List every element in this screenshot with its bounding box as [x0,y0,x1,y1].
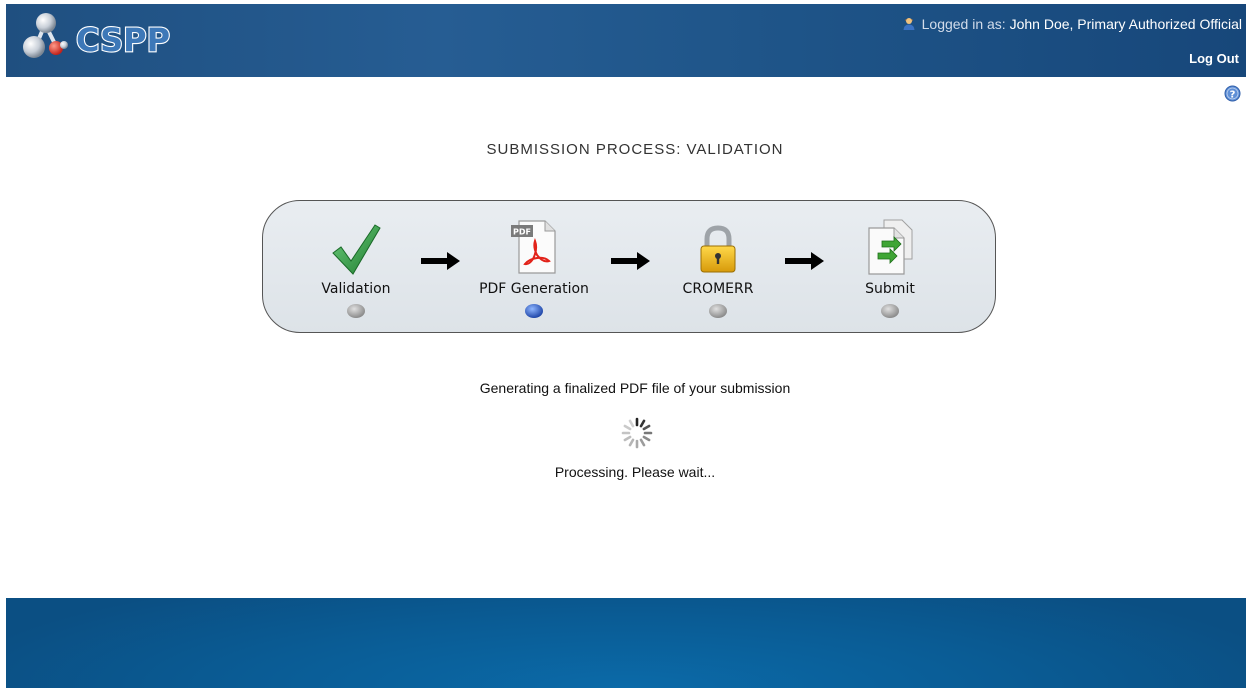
step-label-pdf-generation: PDF Generation [479,281,589,297]
processing-text: Processing. Please wait... [554,464,716,480]
page-title: SUBMISSION PROCESS: VALIDATION [486,141,784,158]
step-indicator-submit [881,304,899,318]
checkmark-icon [332,224,381,275]
step-pdf-generation: PDF PDF Generation [469,215,599,319]
login-status: Logged in as: John Doe, Primary Authoriz… [903,16,1242,33]
submit-document-icon [868,219,913,275]
submission-steps-panel: Validation PDF PDF Generation CROMERR Su… [262,200,996,333]
footer-bar [6,598,1246,688]
status-message: Generating a finalized PDF file of your … [479,380,791,396]
logged-in-label: Logged in as: [921,16,1006,32]
step-label-validation: Validation [321,281,391,297]
step-validation: Validation [291,215,421,319]
cspp-logo-text: CSPP [76,21,170,59]
step-label-submit: Submit [865,281,915,297]
help-icon[interactable]: ? [1224,85,1241,102]
svg-text:PDF: PDF [513,228,531,237]
step-indicator-cromerr [709,304,727,318]
pdf-document-icon: PDF [511,220,556,274]
step-indicator-pdf-generation [525,304,543,318]
step-indicator-validation [347,304,365,318]
loading-spinner-icon [621,417,653,449]
cspp-logo[interactable]: CSPP [20,10,195,62]
logout-link[interactable]: Log Out [1189,51,1239,66]
user-icon [903,17,915,33]
step-cromerr: CROMERR [653,215,783,319]
header-bar: CSPP Logged in as: John Doe, Primary Aut… [6,4,1246,77]
arrow-icon [785,252,824,270]
step-submit: Submit [825,215,955,319]
padlock-icon [700,225,736,273]
arrow-icon [611,252,650,270]
svg-text:?: ? [1230,89,1236,100]
arrow-icon [421,252,460,270]
user-name: John Doe, Primary Authorized Official [1009,16,1242,32]
step-label-cromerr: CROMERR [682,281,754,297]
